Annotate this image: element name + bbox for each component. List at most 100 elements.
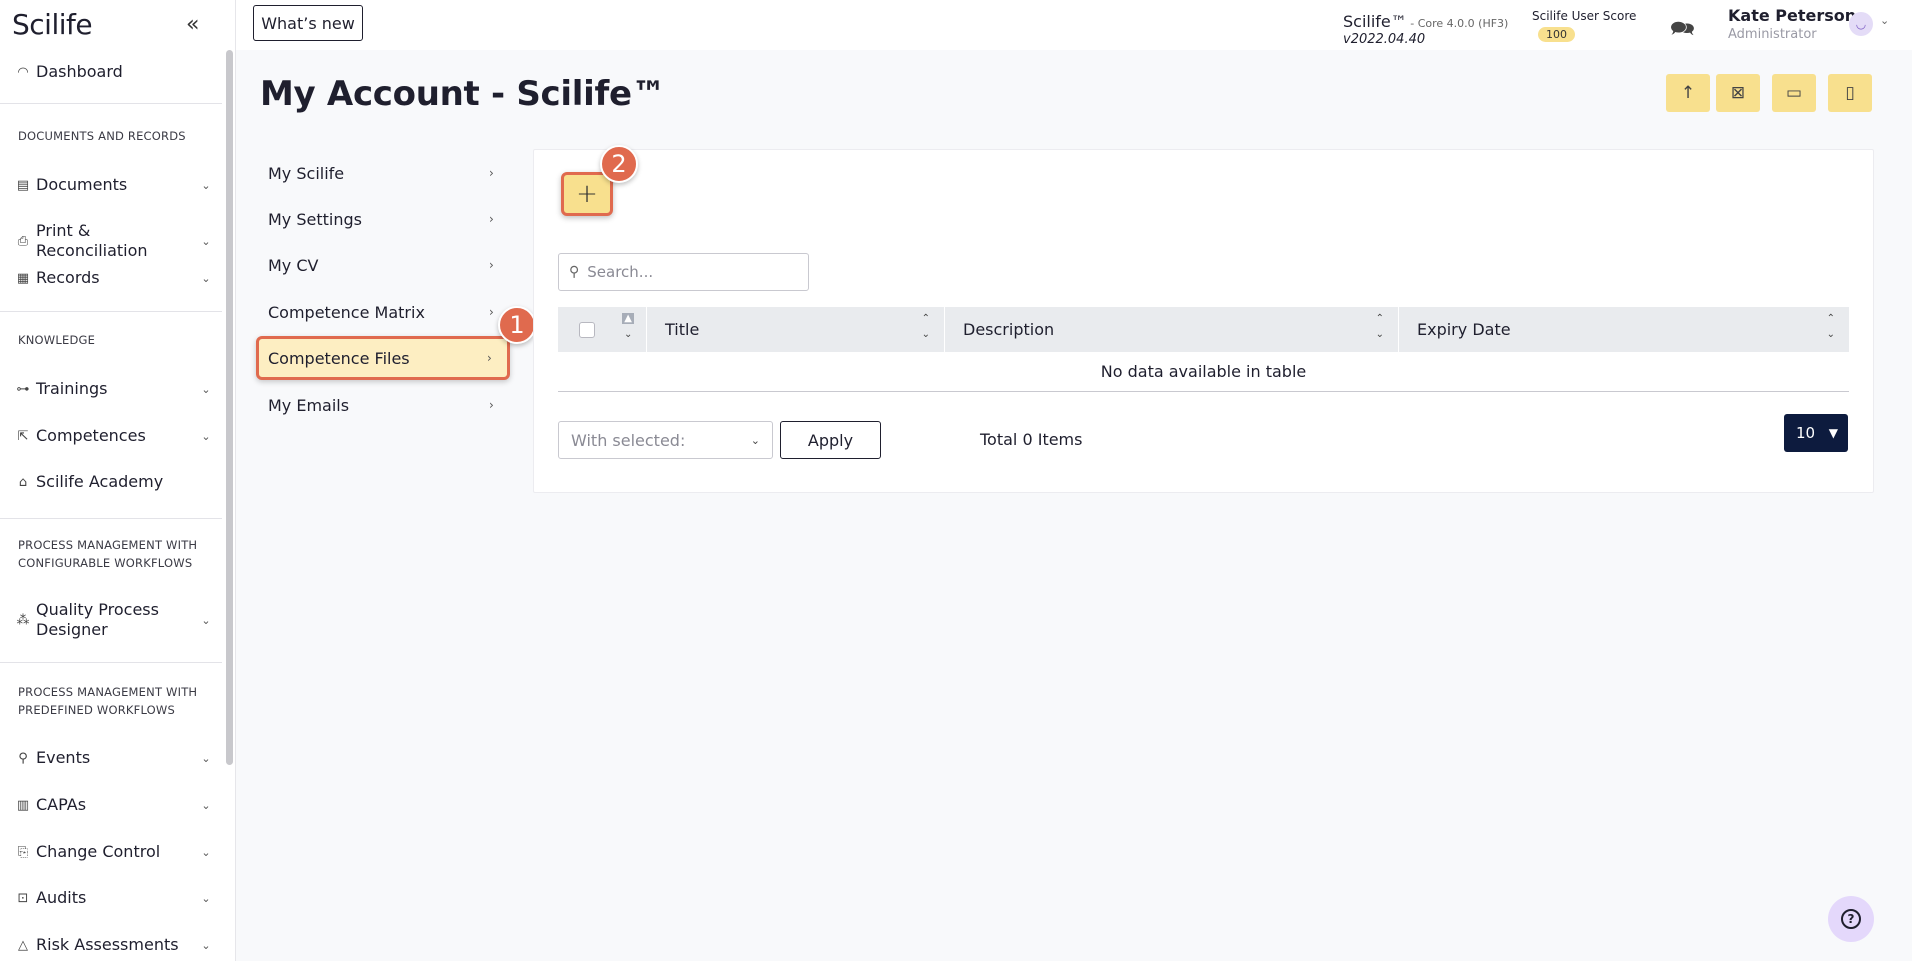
empty-table-message: No data available in table (558, 352, 1849, 392)
menu-item-my-scilife[interactable]: My Scilife › (259, 153, 509, 193)
sidebar-item-label: Scilife Academy (36, 472, 164, 491)
chevron-down-icon: ⌄ (201, 178, 211, 192)
menu-item-label: Competence Files (268, 348, 410, 368)
menu-item-my-cv[interactable]: My CV › (259, 245, 509, 285)
export-word-button[interactable]: ▯ (1828, 74, 1872, 112)
sort-icon[interactable]: ⌃ ⌄ (1827, 311, 1835, 343)
sort-icon[interactable]: ▲ ⌄ (622, 311, 634, 343)
search-input[interactable] (587, 263, 788, 281)
divider (0, 518, 222, 519)
menu-item-competence-files[interactable]: Competence Files › (256, 336, 510, 380)
divider (0, 311, 222, 312)
sidebar-item-capas[interactable]: ▥ CAPAs ⌄ (0, 795, 222, 815)
page-size-select[interactable]: 10 ▼ (1784, 414, 1848, 452)
chevron-down-icon: ⌄ (201, 271, 211, 285)
total-items: Total 0 Items (980, 430, 1083, 449)
label-line: Quality Process (36, 600, 159, 619)
sidebar-item-documents[interactable]: ▤ Documents ⌄ (0, 175, 222, 195)
sort-icon[interactable]: ⌃ ⌄ (922, 311, 930, 343)
sidebar-item-label: Documents (36, 175, 128, 194)
search-field[interactable]: ⚲ (558, 253, 809, 291)
page-size-value: 10 (1796, 424, 1816, 442)
menu-item-label: My Settings (268, 209, 362, 229)
graduation-cap-icon: ⌂ (18, 474, 28, 490)
select-all-column: ▲ ⌄ (558, 307, 647, 352)
chevron-down-icon[interactable]: ⌄ (1880, 14, 1889, 27)
user-info[interactable]: Kate Peterson Administrator (1728, 6, 1856, 42)
export-excel-button[interactable]: ⊠ (1716, 74, 1760, 112)
menu-item-label: My Emails (268, 395, 350, 415)
chevron-down-icon: ⌄ (750, 433, 760, 447)
column-title[interactable]: Title ⌃ ⌄ (647, 307, 945, 352)
column-description[interactable]: Description ⌃ ⌄ (945, 307, 1399, 352)
menu-item-my-emails[interactable]: My Emails › (259, 385, 509, 425)
label-line: Designer (36, 620, 108, 639)
warning-icon: △ (18, 937, 28, 953)
menu-item-label: My CV (268, 255, 319, 275)
sidebar-item-trainings[interactable]: ⊶ Trainings ⌄ (0, 379, 222, 399)
chevron-right-icon: › (489, 258, 494, 272)
sidebar-item-dashboard[interactable]: ◠ Dashboard (0, 62, 222, 82)
column-label: Description (963, 320, 1055, 339)
search-icon: ⚲ (569, 264, 580, 280)
sidebar-item-records[interactable]: ▦ Records ⌄ (0, 268, 222, 288)
product-name: Scilife™ (1343, 12, 1407, 31)
sidebar-item-change-control[interactable]: ⎘ Change Control ⌄ (0, 842, 222, 862)
menu-item-label: My Scilife (268, 163, 345, 183)
select-all-checkbox[interactable] (579, 321, 595, 338)
whats-new-button[interactable]: What’s new (253, 5, 363, 41)
collapse-sidebar-icon[interactable]: « (186, 12, 199, 37)
bulk-action-select[interactable]: With selected: ⌄ (558, 421, 773, 459)
user-name: Kate Peterson (1728, 6, 1857, 25)
apply-button[interactable]: Apply (780, 421, 881, 459)
divider (0, 662, 222, 663)
plus-icon: + (576, 179, 598, 209)
caret-down-icon: ▼ (1828, 426, 1838, 440)
divider (0, 103, 222, 104)
dashboard-icon: ◠ (17, 64, 29, 80)
menu-item-competence-matrix[interactable]: Competence Matrix › (259, 292, 509, 332)
sidebar-item-quality-process-designer[interactable]: ⁂ Quality Process Designer ⌄ (0, 600, 222, 640)
sidebar-item-print-reconciliation[interactable]: ⎙ Print & Reconciliation ⌄ (0, 221, 222, 261)
chart-icon: ▥ (16, 797, 30, 813)
add-button[interactable]: + (561, 172, 613, 216)
help-button[interactable]: ? (1828, 896, 1874, 942)
sidebar-item-risk-assessments[interactable]: △ Risk Assessments ⌄ (0, 935, 222, 955)
section-line: PROCESS MANAGEMENT WITH (18, 685, 198, 699)
chevron-right-icon: › (489, 212, 494, 226)
user-role: Administrator (1728, 27, 1817, 42)
dumbbell-icon: ⊶ (16, 381, 30, 397)
sidebar-item-competences[interactable]: ⇱ Competences ⌄ (0, 426, 222, 446)
user-score-label: Scilife User Score (1532, 9, 1637, 23)
document-icon: ▤ (16, 177, 30, 193)
sidebar-item-audits[interactable]: ⊡ Audits ⌄ (0, 888, 222, 908)
sidebar-scrollbar[interactable] (226, 50, 233, 765)
word-file-icon: ▯ (1845, 83, 1855, 103)
records-icon: ▦ (16, 270, 30, 286)
sidebar-item-label: Quality Process Designer (36, 600, 196, 640)
section-knowledge: KNOWLEDGE (18, 333, 96, 347)
folder-button[interactable]: ▭ (1772, 74, 1816, 112)
sidebar-item-label: Dashboard (36, 62, 123, 81)
chevron-down-icon: ⌄ (201, 613, 211, 627)
chat-icon[interactable]: 🗪 (1670, 14, 1695, 48)
sort-icon[interactable]: ⌃ ⌄ (1376, 311, 1384, 343)
question-icon: ? (1841, 909, 1861, 929)
sidebar-item-events[interactable]: ⚲ Events ⌄ (0, 748, 222, 768)
step-marker-1: 1 (498, 306, 536, 344)
section-process-configurable: PROCESS MANAGEMENT WITH CONFIGURABLE WOR… (18, 536, 197, 572)
chevron-right-icon: › (489, 166, 494, 180)
column-expiry-date[interactable]: Expiry Date ⌃ ⌄ (1399, 307, 1849, 352)
section-line: PROCESS MANAGEMENT WITH (18, 538, 198, 552)
avatar[interactable]: ◡ (1849, 12, 1873, 36)
sidebar-item-label: Change Control (36, 842, 161, 861)
menu-item-my-settings[interactable]: My Settings › (259, 199, 509, 239)
sidebar-item-scilife-academy[interactable]: ⌂ Scilife Academy (0, 472, 222, 492)
scilife-logo[interactable]: Scilife (12, 8, 93, 41)
chevron-down-icon: ⌄ (201, 938, 211, 952)
chevron-down-icon: ⌄ (201, 891, 211, 905)
sidebar-item-label: Competences (36, 426, 146, 445)
upload-button[interactable]: ↑ (1666, 74, 1710, 112)
chevron-down-icon: ⌄ (201, 429, 211, 443)
competences-icon: ⇱ (17, 428, 29, 444)
